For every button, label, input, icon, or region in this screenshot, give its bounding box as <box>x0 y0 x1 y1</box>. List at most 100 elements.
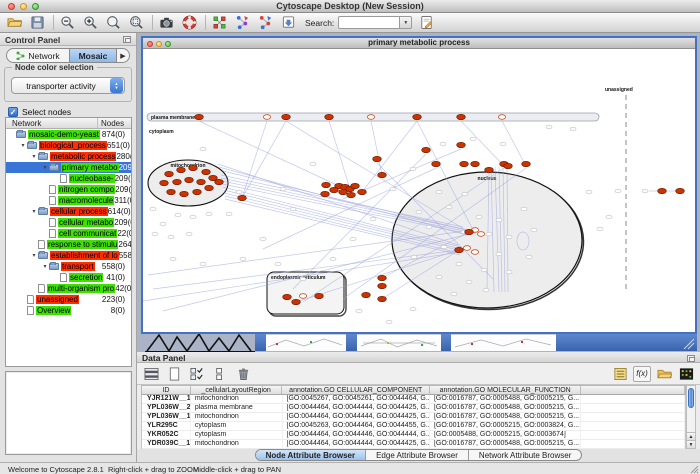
network-node[interactable] <box>165 171 174 176</box>
tree-row[interactable]: cell communicat22(0) <box>6 228 131 239</box>
network-node-unselected[interactable] <box>496 252 502 256</box>
scroll-up-arrow[interactable]: ▲ <box>687 432 695 440</box>
network-node[interactable] <box>347 192 356 197</box>
network-node-unselected[interactable] <box>186 232 192 236</box>
tree-row[interactable]: nitrogen compo209(0) <box>6 184 131 195</box>
network-edge[interactable] <box>242 121 267 198</box>
network-node-unselected[interactable] <box>615 189 621 193</box>
table-row[interactable]: YLR295Ccytoplasm[GO:0045263, GO:0044464,… <box>142 422 685 431</box>
network-node-unselected[interactable] <box>426 225 432 229</box>
network-node[interactable] <box>193 189 202 194</box>
network-node[interactable] <box>658 188 667 193</box>
tree-row[interactable]: macromolecule311(0) <box>6 195 131 206</box>
network-node[interactable] <box>522 161 531 166</box>
tree-row[interactable]: ▾transport558(0) <box>6 261 131 272</box>
import-attributes-icon[interactable] <box>655 366 673 382</box>
expand-arrow[interactable]: ▾ <box>30 252 38 259</box>
network-node[interactable] <box>195 114 204 119</box>
resize-grip[interactable] <box>689 464 699 474</box>
network-node-unselected[interactable] <box>390 187 396 191</box>
network-node-unselected[interactable] <box>642 189 648 193</box>
background-window-edge[interactable] <box>556 334 697 351</box>
table-row[interactable]: YPL036W__1mitochondrion[GO:0044464, GO:0… <box>142 413 685 422</box>
network-node[interactable] <box>471 161 480 166</box>
tree-row[interactable]: ▾metabolic process280(0) <box>6 151 131 162</box>
network-node-unselected[interactable] <box>411 255 417 259</box>
network-node-outline[interactable] <box>463 246 470 251</box>
network-node[interactable] <box>283 294 292 299</box>
network-node-unselected[interactable] <box>236 190 242 194</box>
network-node-unselected[interactable] <box>290 207 296 211</box>
network-node-unselected[interactable] <box>206 212 212 216</box>
network-node-unselected[interactable] <box>175 213 181 217</box>
network-node[interactable] <box>504 163 513 168</box>
zoom-in-icon[interactable] <box>82 14 99 31</box>
network-node-unselected[interactable] <box>310 162 316 166</box>
scrollbar-thumb[interactable] <box>688 388 694 408</box>
tree-col-network[interactable]: Network <box>6 118 98 128</box>
tree-row[interactable]: ▾cellular process614(0) <box>6 206 131 217</box>
background-window-edge[interactable] <box>346 334 357 351</box>
network-node-unselected[interactable] <box>476 215 482 219</box>
tree-row[interactable]: mosaic-demo-yeast874(0) <box>6 129 131 140</box>
table-scrollbar[interactable]: ▲ ▼ <box>686 385 696 449</box>
network-node-unselected[interactable] <box>440 142 446 146</box>
background-window-content[interactable] <box>357 334 441 351</box>
network-node-unselected[interactable] <box>606 215 612 219</box>
table-column-header[interactable]: ID <box>142 386 191 394</box>
network-node[interactable] <box>160 180 169 185</box>
table-column-header[interactable]: annotation.GO CELLULAR_COMPONENT <box>282 386 429 394</box>
network-node-outline[interactable] <box>299 294 306 299</box>
network-node-unselected[interactable] <box>466 280 472 284</box>
matrix-view-icon[interactable] <box>677 366 695 382</box>
network-node-unselected[interactable] <box>436 190 442 194</box>
delete-attribute-icon[interactable] <box>234 366 252 382</box>
background-window-edge[interactable] <box>255 334 266 351</box>
network-edge[interactable] <box>461 121 504 166</box>
network-node-unselected[interactable] <box>260 237 266 241</box>
zoom-out-icon[interactable] <box>59 14 76 31</box>
network-node-unselected[interactable] <box>386 320 392 324</box>
tree-row[interactable]: secretion41(0) <box>6 272 131 283</box>
network-node[interactable] <box>238 195 247 200</box>
network-node-unselected[interactable] <box>526 255 532 259</box>
vizmapper-icon[interactable] <box>211 14 228 31</box>
tab-network-attribute-browser[interactable]: Network Attribute Browser <box>469 450 581 460</box>
expand-arrow[interactable]: ▾ <box>30 208 38 215</box>
network-node-unselected[interactable] <box>240 257 246 261</box>
network-node-unselected[interactable] <box>170 257 176 261</box>
network-node[interactable] <box>205 185 214 190</box>
select-nodes-checkbox[interactable]: ✓ <box>8 107 18 117</box>
attribute-matrix-icon[interactable] <box>142 366 160 382</box>
network-node[interactable] <box>378 275 387 280</box>
network-node-outline[interactable] <box>471 250 478 255</box>
network-node[interactable] <box>282 114 291 119</box>
network-node[interactable] <box>457 142 466 147</box>
network-node[interactable] <box>457 114 466 119</box>
tab-network[interactable]: Network <box>7 49 69 62</box>
network-node-unselected[interactable] <box>436 275 442 279</box>
network-node-unselected[interactable] <box>356 309 362 313</box>
unselect-attributes-icon[interactable] <box>211 366 229 382</box>
new-attribute-icon[interactable] <box>165 366 183 382</box>
network-node-unselected[interactable] <box>350 237 356 241</box>
network-node-outline[interactable] <box>498 115 505 120</box>
network-node-outline[interactable] <box>367 115 374 120</box>
network-node[interactable] <box>315 293 324 298</box>
tab-edge-attribute-browser[interactable]: Edge Attribute Browser <box>366 450 469 460</box>
background-window-content[interactable] <box>451 334 556 351</box>
network-node[interactable] <box>351 183 360 188</box>
network-node[interactable] <box>465 229 474 234</box>
float-panel-icon[interactable] <box>687 355 695 362</box>
help-lifebuoy-icon[interactable] <box>181 14 198 31</box>
network-node[interactable] <box>373 156 382 161</box>
network-node-unselected[interactable] <box>546 125 552 129</box>
network-node[interactable] <box>202 169 211 174</box>
search-input[interactable] <box>338 16 400 29</box>
network-node-unselected[interactable] <box>410 167 416 171</box>
network-node-unselected[interactable] <box>226 212 232 216</box>
tree-row[interactable]: Overview8(0) <box>6 305 131 316</box>
zoom-fit-icon[interactable] <box>105 14 122 31</box>
network-node-unselected[interactable] <box>410 307 416 311</box>
tree-row[interactable]: cellular metabo209(0) <box>6 217 131 228</box>
